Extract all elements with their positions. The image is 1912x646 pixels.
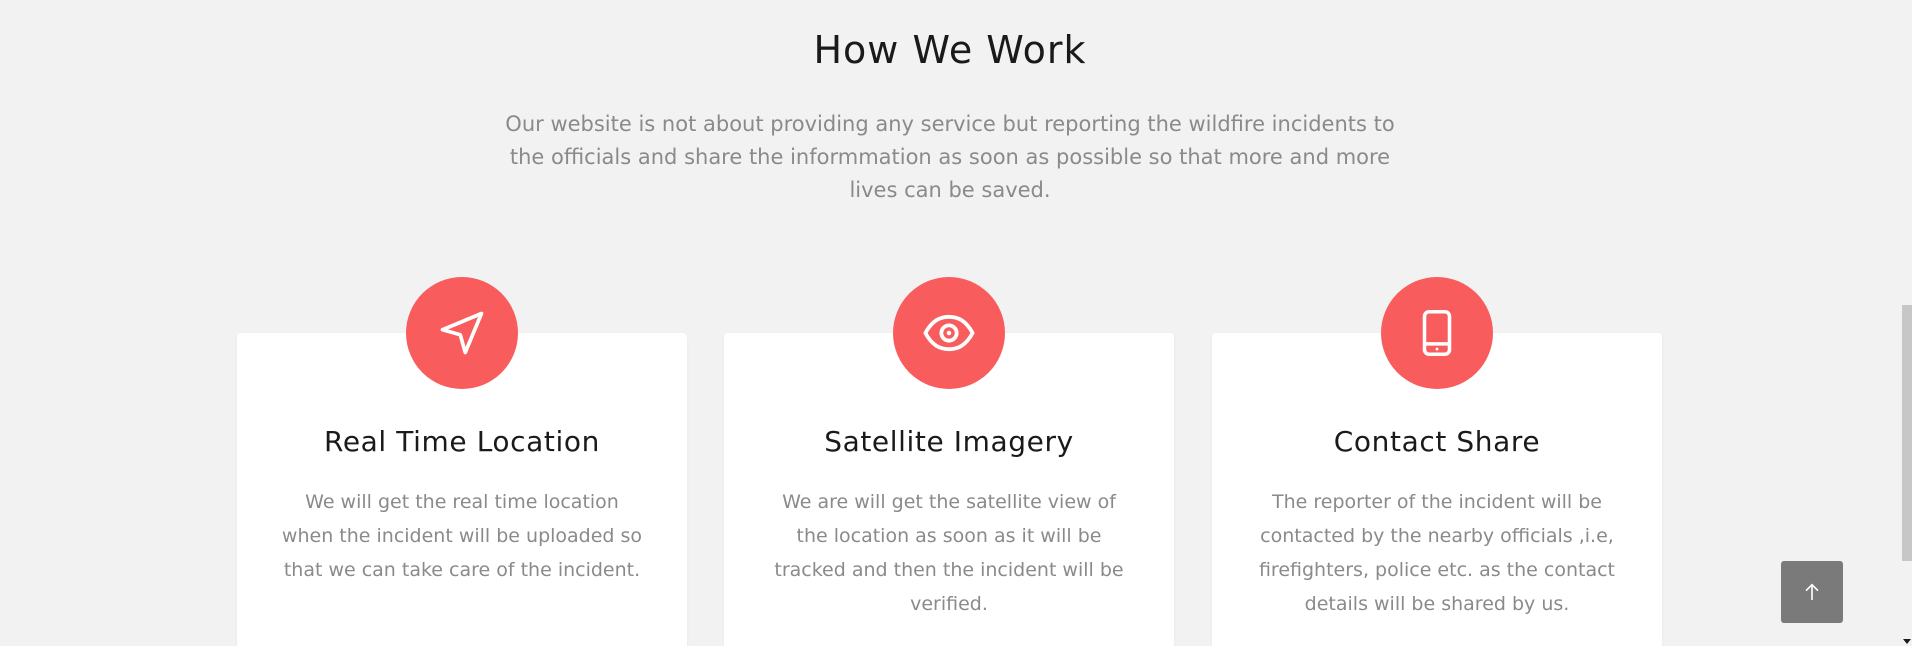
card-title: Satellite Imagery	[824, 425, 1074, 458]
icon-badge	[893, 277, 1005, 389]
feature-card-real-time-location: Real Time Location We will get the real …	[237, 277, 687, 646]
how-we-work-section: How We Work Our website is not about pro…	[0, 0, 1912, 646]
mobile-phone-icon	[1422, 309, 1452, 357]
arrow-up-icon	[1805, 583, 1819, 601]
icon-badge	[406, 277, 518, 389]
scroll-down-arrow-icon[interactable]	[1902, 638, 1912, 646]
card-title: Contact Share	[1333, 425, 1541, 458]
vertical-scrollbar[interactable]	[1902, 0, 1912, 646]
eye-icon	[923, 314, 975, 352]
feature-cards: Real Time Location We will get the real …	[0, 0, 1912, 646]
back-to-top-button[interactable]	[1781, 561, 1843, 623]
feature-card-contact-share: Contact Share The reporter of the incide…	[1212, 277, 1662, 646]
feature-card-satellite-imagery: Satellite Imagery We are will get the sa…	[724, 277, 1174, 646]
card-description: We are will get the satellite view of th…	[774, 491, 1124, 615]
scrollbar-thumb[interactable]	[1902, 305, 1912, 561]
card-title: Real Time Location	[324, 425, 600, 458]
card-description: We will get the real time location when …	[281, 491, 643, 581]
icon-badge	[1381, 277, 1493, 389]
card-description: The reporter of the incident will be con…	[1258, 491, 1616, 615]
navigation-arrow-icon	[440, 311, 484, 355]
